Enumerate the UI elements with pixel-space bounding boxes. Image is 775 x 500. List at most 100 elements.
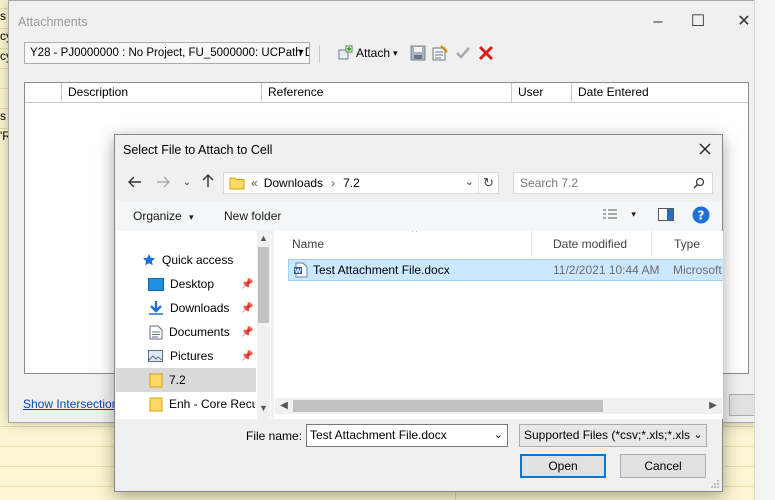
nav-item-label: Documents <box>169 325 230 339</box>
save-icon[interactable] <box>409 44 427 62</box>
pictures-icon <box>148 350 163 362</box>
open-button[interactable]: Open <box>520 454 606 478</box>
resize-grip-icon[interactable] <box>710 479 720 489</box>
preview-pane-icon <box>658 208 674 221</box>
nav-item-downloads[interactable]: Downloads 📌 <box>116 296 256 320</box>
address-overflow[interactable]: « <box>251 176 258 190</box>
grid-row-selector-header <box>25 83 61 103</box>
chevron-down-icon: ▾ <box>298 47 304 58</box>
grid-col-user[interactable]: User <box>511 83 571 103</box>
attachments-grid-header: Description Reference User Date Entered <box>25 83 748 103</box>
file-type-dropdown[interactable]: Supported Files (*csv;*.xls;*.xlsx; ⌄ <box>519 424 707 447</box>
minimize-button[interactable]: – <box>647 11 669 33</box>
back-button[interactable] <box>125 172 145 194</box>
navigation-pane[interactable]: Quick access Desktop 📌 Downloads 📌 Docum… <box>116 231 271 419</box>
arrow-left-icon <box>128 176 141 188</box>
checkmark-icon[interactable] <box>454 44 472 62</box>
column-header-date-modified[interactable]: Date modified <box>532 231 652 257</box>
nav-item-label: 7.2 <box>169 373 186 387</box>
address-bar[interactable]: « Downloads › 7.2 ⌄ ↻ <box>223 172 499 194</box>
search-placeholder: Search 7.2 <box>520 176 579 190</box>
chevron-down-icon[interactable]: ⌄ <box>494 425 503 446</box>
scroll-left-icon[interactable]: ◀ <box>277 398 291 414</box>
word-doc-icon: W <box>294 262 308 278</box>
nav-item-label: Enh - Core Recu <box>169 397 255 411</box>
recent-locations-button[interactable]: ⌄ <box>177 172 197 194</box>
nav-item-label: Pictures <box>170 349 214 363</box>
maximize-button[interactable]: ☐ <box>687 11 709 33</box>
forward-button[interactable] <box>153 172 173 194</box>
nav-item-enh-core-recu[interactable]: Enh - Core Recu <box>116 392 256 416</box>
folder-icon <box>149 397 163 411</box>
nav-item-desktop[interactable]: Desktop 📌 <box>116 272 256 296</box>
up-button[interactable] <box>198 172 218 194</box>
grid-col-date-entered[interactable]: Date Entered <box>571 83 749 103</box>
close-icon <box>699 143 711 155</box>
attach-button-label: Attach <box>356 46 391 60</box>
scrollbar-thumb[interactable] <box>258 247 269 323</box>
column-header-name[interactable]: Name <box>274 231 532 257</box>
nav-item-label: Downloads <box>170 301 230 315</box>
chevron-down-icon: ▾ <box>631 209 636 219</box>
pin-icon: 📌 <box>241 278 254 290</box>
cancel-button[interactable]: Cancel <box>620 454 706 478</box>
grid-col-description[interactable]: Description <box>61 83 261 103</box>
attach-button[interactable]: Attach ▾ <box>337 43 398 63</box>
chevron-down-icon: ▾ <box>189 212 194 222</box>
chevron-down-icon: ⌄ <box>690 425 706 446</box>
file-list-pane[interactable]: ^ Name Date modified Type W Test Attachm… <box>274 231 723 419</box>
document-icon <box>149 325 163 339</box>
file-name-value: Test Attachment File.docx <box>310 428 447 442</box>
chevron-down-icon: ⌄ <box>182 177 192 188</box>
show-intersection-link[interactable]: Show Intersection <box>23 397 118 411</box>
view-options-button[interactable]: ▾ <box>602 208 636 223</box>
attachments-ok-button[interactable] <box>729 394 755 416</box>
nav-item-label: Desktop <box>170 277 215 291</box>
search-icon <box>693 177 705 189</box>
scroll-down-icon[interactable]: ▼ <box>257 403 270 417</box>
arrow-right-icon <box>157 176 170 188</box>
breadcrumb-downloads[interactable]: Downloads <box>264 176 323 190</box>
scrollbar-thumb[interactable] <box>293 400 603 412</box>
grid-col-reference[interactable]: Reference <box>261 83 511 103</box>
file-name-input[interactable]: Test Attachment File.docx ⌄ <box>306 424 508 447</box>
svg-text:W: W <box>295 268 302 275</box>
details-view-icon <box>603 209 617 219</box>
attachments-window-title: Attachments <box>18 15 88 29</box>
pin-icon: 📌 <box>241 350 254 362</box>
file-type: Microsoft <box>673 263 722 277</box>
preview-pane-button[interactable] <box>658 208 674 224</box>
chevron-down-icon: ▾ <box>393 47 398 58</box>
nav-item-pictures[interactable]: Pictures 📌 <box>116 344 256 368</box>
help-icon: ? <box>692 206 710 224</box>
folder-icon <box>229 177 245 190</box>
organize-menu[interactable]: Organize ▾ <box>133 209 194 223</box>
file-list-h-scrollbar[interactable]: ◀ ▶ <box>275 398 722 414</box>
nav-item-quick-access[interactable]: Quick access <box>116 248 256 272</box>
close-window-button[interactable]: ✕ <box>733 11 755 33</box>
dialog-title: Select File to Attach to Cell <box>123 143 273 157</box>
search-input[interactable]: Search 7.2 <box>513 172 713 194</box>
file-type-value: Supported Files (*csv;*.xls;*.xlsx; <box>524 428 700 442</box>
edit-list-icon[interactable] <box>431 44 449 62</box>
scroll-right-icon[interactable]: ▶ <box>706 398 720 414</box>
nav-item-7-2[interactable]: 7.2 <box>116 368 256 392</box>
refresh-icon[interactable]: ↻ <box>478 173 498 193</box>
file-row-selected[interactable]: W Test Attachment File.docx 11/2/2021 10… <box>288 259 723 281</box>
scroll-up-icon[interactable]: ▲ <box>257 233 270 247</box>
help-button[interactable]: ? <box>692 206 710 227</box>
arrow-up-icon <box>202 174 214 187</box>
chevron-down-icon[interactable]: ⌄ <box>465 175 474 188</box>
pin-icon: 📌 <box>241 302 254 314</box>
breadcrumb-7-2[interactable]: 7.2 <box>343 176 360 190</box>
nav-item-label: Quick access <box>162 253 234 267</box>
nav-pane-scrollbar[interactable]: ▲ ▼ <box>257 231 270 419</box>
dialog-close-button[interactable] <box>694 139 716 161</box>
nav-item-documents[interactable]: Documents 📌 <box>116 320 256 344</box>
delete-x-icon[interactable] <box>477 44 495 62</box>
cell-selector-dropdown[interactable]: Y28 - PJ0000000 : No Project, FU_5000000… <box>24 42 310 64</box>
svg-text:?: ? <box>698 209 705 223</box>
column-header-type[interactable]: Type <box>652 231 723 257</box>
command-bar: Organize ▾ New folder ▾ ? <box>116 201 722 231</box>
new-folder-button[interactable]: New folder <box>224 209 281 223</box>
